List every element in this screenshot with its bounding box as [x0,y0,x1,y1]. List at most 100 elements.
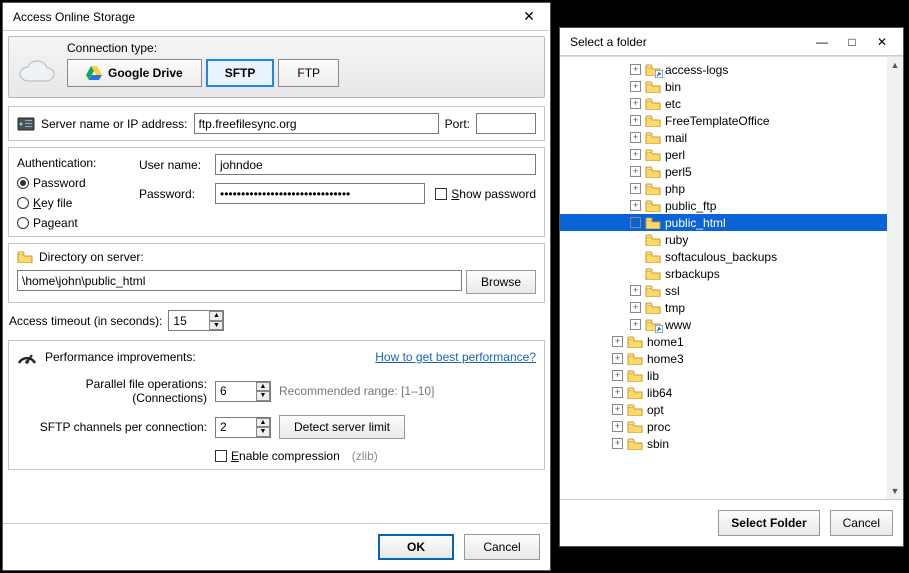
auth-password-radio[interactable]: Password [17,176,127,190]
tree-item[interactable]: + FreeTemplateOffice [560,112,903,129]
server-input[interactable] [194,113,439,134]
tree-item[interactable]: +ssl [560,282,903,299]
tree-item[interactable]: +home3 [560,350,903,367]
tree-item-label: ruby [665,233,688,247]
folder-tree[interactable]: +access-logs+bin+etc+FreeTemplateOffice+… [560,56,903,499]
select-folder-button[interactable]: Select Folder [718,510,819,536]
scrollbar[interactable]: ▲ ▼ [887,57,903,499]
tree-item[interactable]: + lib [560,367,903,384]
tree-item[interactable]: +home1 [560,333,903,350]
tree-item[interactable]: ruby [560,231,903,248]
folder-icon [627,353,643,365]
tree-item[interactable]: +www [560,316,903,333]
expand-icon[interactable]: + [630,302,641,313]
channels-spin-up[interactable]: ▲ [256,418,270,428]
tree-item-label: lib [647,369,659,383]
access-online-storage-dialog: Access Online Storage ✕ Connection type:… [2,2,551,571]
expand-icon[interactable]: + [630,183,641,194]
expand-icon[interactable]: + [612,353,623,364]
connection-ftp-button[interactable]: FTP [278,59,339,87]
folder-icon [645,81,661,93]
tree-item-label: public_ftp [665,199,716,213]
tree-item[interactable]: +opt [560,401,903,418]
minimize-icon[interactable]: — [807,31,837,53]
expand-icon[interactable]: + [612,421,623,432]
connection-sftp-button[interactable]: SFTP [206,59,275,87]
port-input[interactable] [476,113,536,134]
expand-icon[interactable]: + [630,200,641,211]
connection-gdrive-button[interactable]: Google Drive [67,59,202,87]
auth-pageant-label: Pageant [33,216,78,230]
cancel-button[interactable]: Cancel [830,510,893,536]
expand-icon[interactable]: + [630,166,641,177]
tree-item-label: FreeTemplateOffice [665,114,770,128]
tree-item[interactable]: srbackups [560,265,903,282]
close-icon[interactable]: ✕ [867,31,897,53]
timeout-spin-up[interactable]: ▲ [209,311,223,321]
expand-icon[interactable]: + [630,217,641,228]
tree-item[interactable]: +etc [560,95,903,112]
scroll-up-icon[interactable]: ▲ [887,57,903,73]
expand-icon[interactable]: + [630,319,641,330]
tree-item[interactable]: +proc [560,418,903,435]
channels-spin-down[interactable]: ▼ [256,427,270,437]
expand-icon[interactable]: + [630,98,641,109]
enable-compression-checkbox[interactable]: Enable compression [215,449,340,463]
expand-icon[interactable]: + [630,132,641,143]
gdrive-label: Google Drive [108,66,183,80]
auth-keyfile-radio[interactable]: Key file [17,196,127,210]
tree-item-label: softaculous_backups [665,250,777,264]
directory-label: Directory on server: [39,250,144,264]
tree-item[interactable]: +perl [560,146,903,163]
show-password-checkbox[interactable]: Show password [435,187,536,201]
performance-help-link[interactable]: How to get best performance? [375,350,536,364]
password-input[interactable] [215,183,425,204]
expand-icon[interactable]: + [630,149,641,160]
expand-icon[interactable]: + [612,438,623,449]
tree-item[interactable]: +access-logs [560,61,903,78]
maximize-icon[interactable]: □ [837,31,867,53]
channels-label: SFTP channels per connection: [17,420,207,434]
folder-icon [645,217,661,229]
parallel-spin-up[interactable]: ▲ [256,382,270,392]
expand-icon[interactable]: + [630,81,641,92]
tree-item[interactable]: +php [560,180,903,197]
folder-icon [627,404,643,416]
parallel-label: Parallel file operations: (Connections) [17,377,207,405]
expand-icon[interactable]: + [630,64,641,75]
parallel-spin-down[interactable]: ▼ [256,391,270,401]
tree-item-label: sbin [647,437,669,451]
browse-button[interactable]: Browse [466,270,536,294]
cancel-button[interactable]: Cancel [464,534,540,560]
close-icon[interactable]: ✕ [514,6,544,28]
folder-icon [17,251,33,263]
scroll-down-icon[interactable]: ▼ [887,483,903,499]
tree-item[interactable]: +public_html [560,214,903,231]
folder-icon [645,251,661,263]
tree-item[interactable]: softaculous_backups [560,248,903,265]
expand-icon[interactable]: + [612,387,623,398]
auth-password-label: Password [33,176,86,190]
folder-icon [645,98,661,110]
auth-pageant-radio[interactable]: Pageant [17,216,127,230]
folder-icon [627,421,643,433]
tree-item[interactable]: +tmp [560,299,903,316]
tree-item[interactable]: +mail [560,129,903,146]
expand-icon[interactable]: + [630,285,641,296]
timeout-spin-down[interactable]: ▼ [209,321,223,331]
tree-item[interactable]: +bin [560,78,903,95]
expand-icon[interactable]: + [612,370,623,381]
folder-icon [645,302,661,314]
tree-item[interactable]: + sbin [560,435,903,452]
tree-item[interactable]: +lib64 [560,384,903,401]
directory-input[interactable] [17,270,462,291]
username-input[interactable] [215,154,536,175]
tree-item[interactable]: + public_ftp [560,197,903,214]
expand-icon[interactable]: + [630,115,641,126]
tree-item[interactable]: +perl5 [560,163,903,180]
expand-icon[interactable]: + [612,336,623,347]
expand-icon[interactable]: + [612,404,623,415]
ok-button[interactable]: OK [378,534,454,560]
detect-server-limit-button[interactable]: Detect server limit [279,415,405,439]
timeout-row: Access timeout (in seconds): ▲▼ [9,310,544,331]
